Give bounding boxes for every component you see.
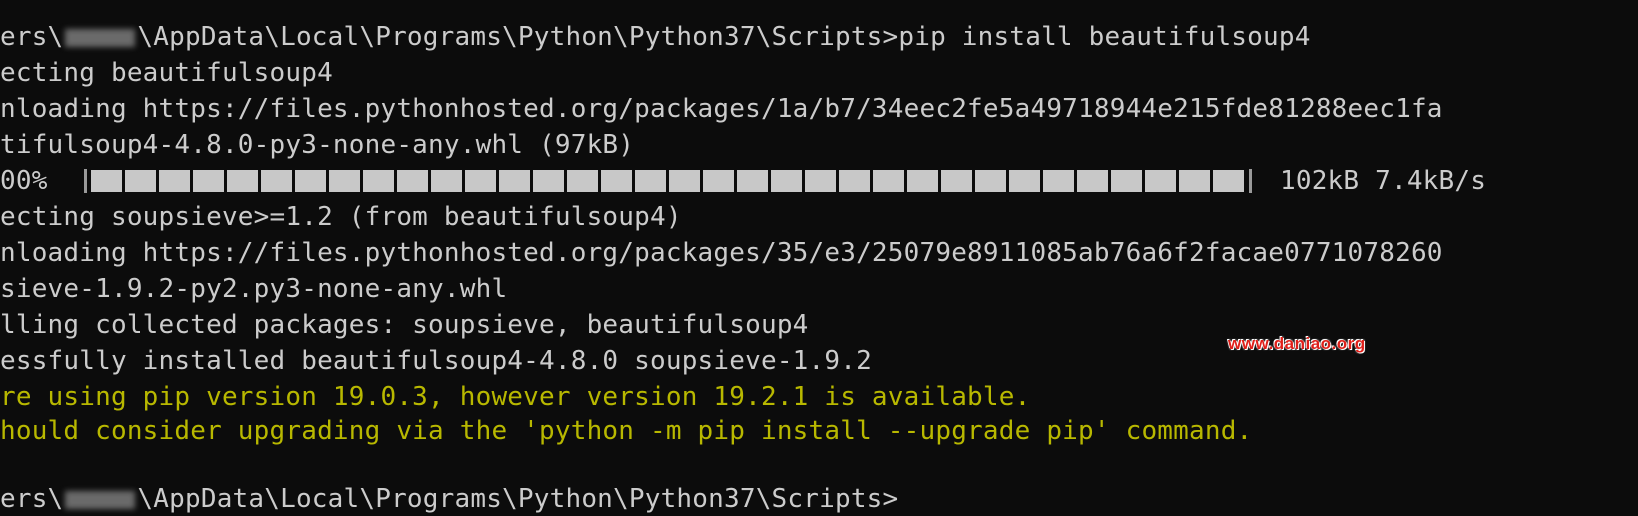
success-line: essfully installed beautifulsoup4-4.8.0 …	[0, 346, 872, 376]
progress-stats: 102kB 7.4kB/s	[1280, 166, 1487, 196]
downloading-line-2: nloading https://files.pythonhosted.org/…	[0, 238, 1443, 268]
file-line-1: tifulsoup4-4.8.0-py3-none-any.whl (97kB)	[0, 130, 635, 160]
installing-line: lling collected packages: soupsieve, bea…	[0, 310, 809, 340]
prompt-path: \AppData\Local\Programs\Python\Python37\…	[137, 22, 899, 52]
redacted-username	[65, 28, 136, 47]
prompt-prefix: ers\	[0, 22, 64, 52]
terminal-window[interactable]: ers\ \AppData\Local\Programs\Python\Pytho…	[0, 0, 1638, 516]
command-line: ers\ \AppData\Local\Programs\Python\Pytho…	[0, 20, 1311, 54]
collecting-line-2: ecting soupsieve>=1.2 (from beautifulsou…	[0, 202, 682, 232]
prompt-prefix: ers\	[0, 484, 64, 514]
command-text: pip install beautifulsoup4	[898, 22, 1311, 52]
prompt-line: ers\ \AppData\Local\Programs\Python\Pytho…	[0, 482, 898, 516]
downloading-line-1: nloading https://files.pythonhosted.org/…	[0, 94, 1443, 124]
progress-bar-right-edge	[1249, 169, 1252, 193]
collecting-line-1: ecting beautifulsoup4	[0, 58, 333, 88]
progress-bar-fill	[91, 170, 1245, 192]
prompt-path: \AppData\Local\Programs\Python\Python37\…	[137, 484, 899, 514]
progress-bar-left-edge	[84, 169, 87, 193]
pip-warning-line-1: re using pip version 19.0.3, however ver…	[0, 382, 1031, 412]
progress-bar-track	[91, 170, 1245, 192]
watermark-text: www.daniao.org	[1228, 334, 1366, 353]
pip-warning-line-2: hould consider upgrading via the 'python…	[0, 416, 1253, 446]
redacted-username	[65, 490, 136, 509]
progress-row: 00% 102kB 7.4kB/s	[0, 164, 1486, 198]
file-line-2: sieve-1.9.2-py2.py3-none-any.whl	[0, 274, 508, 304]
progress-bar	[84, 168, 1252, 194]
progress-percent: 00%	[0, 166, 48, 196]
